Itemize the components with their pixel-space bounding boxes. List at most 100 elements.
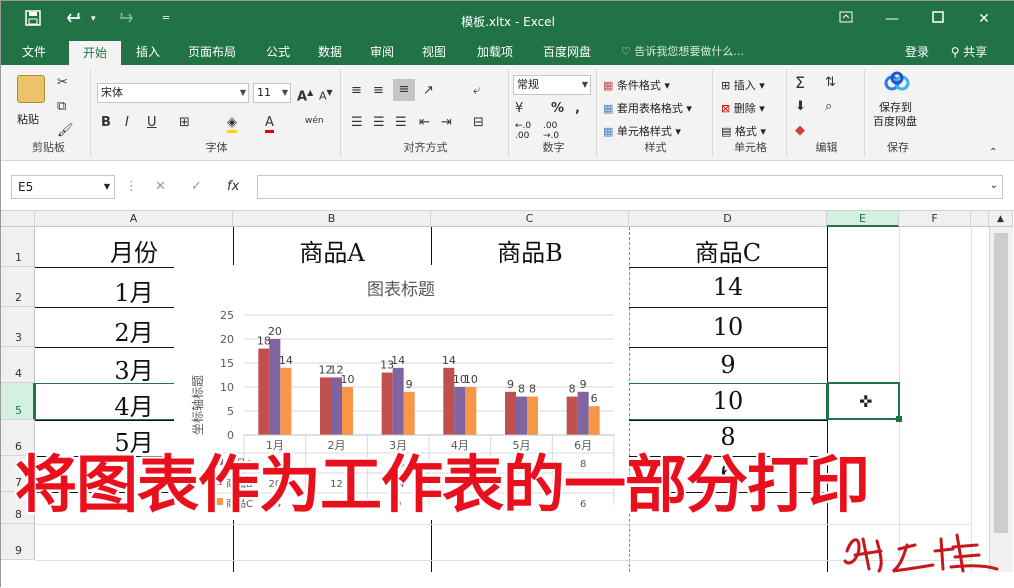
enter-icon[interactable]: ✓ (191, 179, 202, 195)
align-bottom-icon[interactable]: ≡ (393, 79, 415, 101)
clear-icon[interactable]: ◆ (795, 123, 805, 139)
cell-a1[interactable]: 月份 (35, 233, 233, 268)
increase-font-icon[interactable]: A▲ (297, 85, 313, 105)
underline-button[interactable]: U (147, 115, 157, 131)
tab-baidu-netdisk[interactable]: 百度网盘 (531, 39, 603, 65)
wrap-text-icon[interactable]: ⤶ (473, 83, 480, 99)
minimize-icon[interactable]: — (877, 9, 907, 29)
italic-button[interactable]: I (125, 115, 129, 131)
cut-icon[interactable]: ✂ (57, 75, 68, 91)
share-button[interactable]: ⚲ 共享 (941, 39, 997, 65)
row-header-4[interactable]: 4 (1, 347, 35, 383)
active-cell-e5[interactable]: ✜ (827, 382, 902, 422)
scroll-up-icon[interactable]: ▲ (989, 211, 1013, 227)
cell-d5[interactable]: 10 (629, 387, 827, 415)
increase-indent-icon[interactable]: ⇥ (441, 115, 452, 131)
col-header-b[interactable]: B (233, 211, 431, 227)
orientation-icon[interactable]: ↗ (423, 83, 434, 99)
decrease-decimal-button[interactable]: .00 →.0 (543, 121, 559, 141)
conditional-format-button[interactable]: ▦ 条件格式 ▾ (603, 77, 670, 93)
maximize-icon[interactable] (923, 9, 953, 29)
align-right-icon[interactable]: ☰ (395, 115, 407, 131)
merge-center-icon[interactable]: ⊟ (473, 115, 484, 131)
font-name-select[interactable]: 宋体 ▼ (97, 83, 249, 103)
close-icon[interactable]: ✕ (969, 9, 999, 29)
phonetic-icon[interactable]: wén (305, 113, 324, 129)
insert-function-icon[interactable]: fx (227, 179, 239, 195)
cell-d3[interactable]: 10 (629, 313, 827, 341)
percent-button[interactable]: % (551, 101, 564, 117)
tell-me-box[interactable]: ♡ 告诉我您想要做什么... (621, 39, 744, 65)
group-label-styles: 样式 (644, 141, 667, 154)
row-header-9[interactable]: 9 (1, 524, 35, 560)
tab-review[interactable]: 审阅 (359, 39, 405, 65)
ribbon-display-icon[interactable] (831, 9, 861, 29)
person-icon: ⚲ (950, 45, 964, 59)
delete-cells-button[interactable]: ⊠ 删除 ▾ (721, 100, 765, 116)
paste-icon[interactable] (17, 75, 45, 103)
row-header-1[interactable]: 1 (1, 227, 35, 267)
tab-home[interactable]: 开始 (69, 41, 121, 65)
comma-button[interactable]: , (575, 101, 580, 117)
col-header-c[interactable]: C (431, 211, 629, 227)
expand-formula-icon[interactable]: ⌄ (990, 180, 998, 191)
col-header-g[interactable] (971, 211, 989, 227)
chart-y-axis-title[interactable]: 坐标轴标题 (190, 375, 205, 435)
currency-icon[interactable]: ¥ (515, 101, 523, 117)
cell-styles-button[interactable]: ▦ 单元格样式 ▾ (603, 123, 681, 139)
fill-icon[interactable]: ⬇ (795, 99, 806, 115)
cell-d1[interactable]: 商品C (629, 233, 827, 268)
paste-button[interactable]: 粘贴 (17, 111, 39, 127)
tab-page-layout[interactable]: 页面布局 (179, 39, 245, 65)
border-icon[interactable]: ⊞ (179, 115, 190, 131)
save-to-label-2[interactable]: 百度网盘 (873, 113, 917, 129)
align-top-icon[interactable]: ≡ (351, 83, 362, 99)
align-left-icon[interactable]: ☰ (351, 115, 363, 131)
font-color-icon[interactable]: A (265, 115, 274, 133)
sort-filter-icon[interactable]: ⇅ (825, 75, 836, 91)
align-center-icon[interactable]: ☰ (373, 115, 385, 131)
format-as-table-button[interactable]: ▦ 套用表格格式 ▾ (603, 100, 692, 116)
fill-handle[interactable] (896, 416, 902, 422)
tab-data[interactable]: 数据 (307, 39, 353, 65)
autosum-button[interactable]: Σ (795, 75, 805, 91)
font-size-select[interactable]: 11 ▼ (253, 83, 291, 103)
decrease-indent-icon[interactable]: ⇤ (419, 115, 430, 131)
decrease-font-icon[interactable]: A▼ (319, 85, 333, 105)
col-header-f[interactable]: F (899, 211, 971, 227)
bold-button[interactable]: B (101, 115, 111, 131)
login-link[interactable]: 登录 (897, 39, 937, 65)
select-all-corner[interactable] (1, 211, 35, 227)
increase-decimal-button[interactable]: ←.0.00 (515, 121, 531, 141)
tab-file[interactable]: 文件 (11, 39, 57, 65)
align-middle-icon[interactable]: ≡ (373, 83, 384, 99)
copy-icon[interactable]: ⧉ (57, 99, 66, 115)
tab-formulas[interactable]: 公式 (255, 39, 301, 65)
collapse-ribbon-icon[interactable]: ⌃ (989, 145, 997, 161)
format-label: 格式 (734, 125, 757, 138)
row-header-5[interactable]: 5 (1, 383, 35, 420)
fill-color-icon[interactable]: ◈ (227, 115, 237, 133)
cancel-icon[interactable]: ✕ (155, 179, 166, 195)
cell-c1[interactable]: 商品B (431, 233, 629, 268)
format-painter-icon[interactable]: 🖌 (57, 123, 74, 139)
row-header-3[interactable]: 3 (1, 307, 35, 347)
tab-view[interactable]: 视图 (411, 39, 457, 65)
cell-d2[interactable]: 14 (629, 273, 827, 301)
col-header-a[interactable]: A (35, 211, 233, 227)
insert-cells-button[interactable]: ⊞ 插入 ▾ (721, 77, 765, 93)
cell-b1[interactable]: 商品A (233, 233, 431, 268)
formula-input[interactable]: ⌄ (257, 175, 1003, 199)
baidu-netdisk-icon[interactable] (883, 71, 911, 100)
chart-title[interactable]: 图表标题 (367, 280, 435, 300)
row-header-2[interactable]: 2 (1, 267, 35, 307)
col-header-d[interactable]: D (629, 211, 827, 227)
col-header-e[interactable]: E (827, 211, 899, 227)
format-cells-button[interactable]: ▤ 格式 ▾ (721, 123, 766, 139)
tab-insert[interactable]: 插入 (125, 39, 171, 65)
number-format-select[interactable]: 常规 ▼ (513, 75, 591, 95)
find-select-icon[interactable]: ⌕ (825, 99, 832, 115)
tab-addins[interactable]: 加载项 (467, 39, 523, 65)
cell-d4[interactable]: 9 (629, 351, 827, 379)
name-box[interactable]: E5 ▼ (11, 175, 115, 199)
